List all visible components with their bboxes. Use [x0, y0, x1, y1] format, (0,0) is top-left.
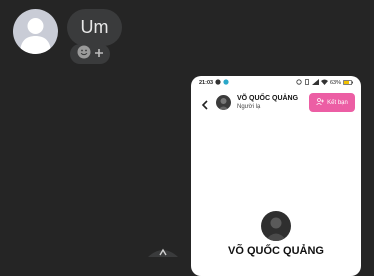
chat-header: VÕ QUỐC QUẢNG Người lạ Kết bạn	[191, 90, 361, 116]
profile-name: VÕ QUỐC QUẢNG	[228, 245, 324, 257]
notification-icon	[215, 79, 221, 87]
add-friend-label: Kết bạn	[327, 99, 348, 106]
status-time: 21:03	[199, 80, 214, 86]
share-icon[interactable]	[148, 243, 178, 262]
battery-percent: 63%	[329, 80, 341, 86]
add-friend-icon	[316, 98, 325, 107]
vibrate-icon	[304, 79, 310, 87]
wifi-icon	[320, 79, 328, 87]
back-arrow-icon[interactable]	[201, 97, 209, 115]
signal-icon	[311, 79, 319, 87]
smiley-reaction-icon	[77, 45, 91, 64]
contact-status: Người lạ	[237, 104, 261, 110]
contact-name: VÕ QUỐC QUẢNG	[237, 95, 299, 102]
contact-avatar[interactable]	[216, 95, 231, 110]
message-text: Um	[80, 17, 109, 37]
alarm-icon	[296, 79, 302, 87]
battery-icon	[343, 79, 353, 87]
profile-avatar[interactable]	[261, 211, 291, 241]
shared-screenshot-image[interactable]: 21:03 63% VÕ QUỐC QUẢNG Người lạ Kết bạn…	[191, 76, 361, 276]
add-friend-button[interactable]: Kết bạn	[309, 93, 355, 112]
default-avatar-icon	[20, 18, 51, 54]
status-bar: 21:03 63%	[191, 76, 361, 90]
sender-avatar[interactable]	[13, 9, 58, 54]
app-notification-icon	[223, 79, 229, 87]
message-bubble[interactable]: Um	[67, 9, 122, 46]
reaction-button[interactable]	[70, 44, 110, 64]
plus-icon	[94, 45, 104, 63]
